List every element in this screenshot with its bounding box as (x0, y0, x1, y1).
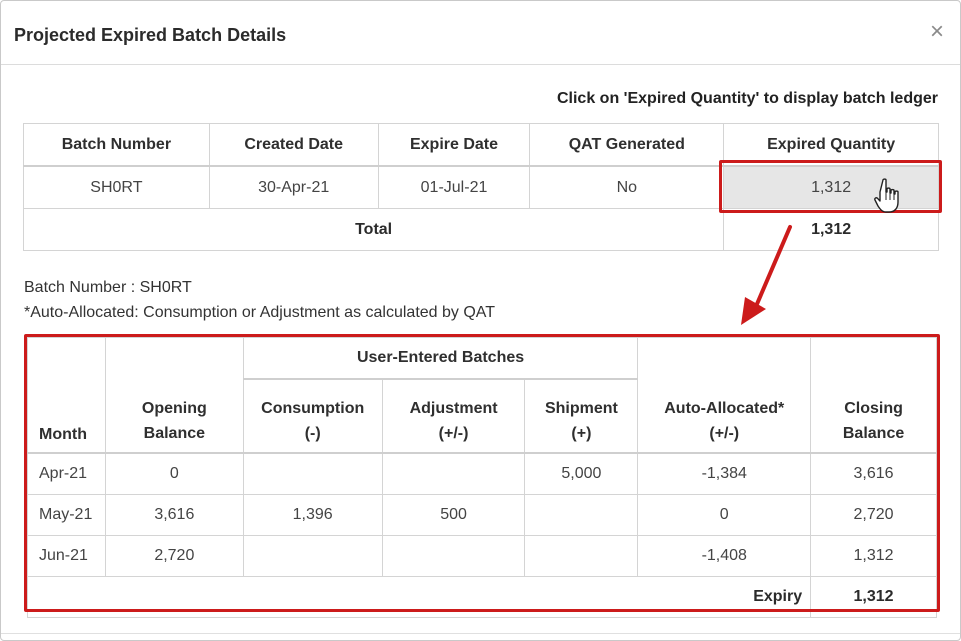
close-icon[interactable]: × (927, 20, 947, 44)
consumption-cell: 1,396 (242, 494, 383, 536)
ledger-hint: Click on 'Expired Quantity' to display b… (556, 90, 938, 107)
closing-cell: 3,616 (810, 452, 937, 495)
closing-label-1: Closing (844, 400, 903, 417)
created-date-cell: 30-Apr-21 (208, 165, 379, 209)
opening-label-1: Opening (141, 400, 207, 417)
opening-cell: 3,616 (104, 494, 244, 536)
table-row: Jun-21 2,720 -1,408 1,312 (27, 535, 937, 577)
modal-header: Projected Expired Batch Details × (1, 1, 960, 65)
consumption-label-2: (-) (304, 425, 321, 442)
consumption-label-1: Consumption (261, 400, 365, 417)
auto-label-2: (+/-) (709, 425, 740, 442)
ledger-group-header-row: Month Opening Balance User-Entered Batch… (27, 337, 937, 454)
closing-cell: 1,312 (810, 535, 937, 577)
expired-quantity-link[interactable]: 1,312 (723, 165, 939, 209)
expiry-row: Expiry 1,312 (26, 576, 937, 618)
auto-allocated-cell: 0 (637, 494, 812, 536)
total-row: Total 1,312 (22, 208, 939, 251)
shipment-cell: 5,000 (524, 452, 639, 495)
col-month: Month (27, 337, 106, 454)
total-label: Total (22, 208, 725, 251)
shipment-label-2: (+) (571, 425, 592, 442)
adjustment-cell (381, 535, 526, 577)
auto-label-1: Auto-Allocated* (664, 400, 785, 417)
col-qat-generated: QAT Generated (529, 123, 725, 167)
expiry-value: 1,312 (810, 576, 937, 618)
adjustment-label-1: Adjustment (409, 400, 498, 417)
col-consumption: Consumption (-) (242, 378, 383, 454)
modal-dialog: Projected Expired Batch Details × Click … (0, 0, 961, 641)
closing-label-2: Balance (842, 425, 905, 442)
modal-footer-divider (1, 633, 960, 634)
total-value: 1,312 (723, 208, 939, 251)
adjustment-label-2: (+/-) (438, 425, 469, 442)
col-shipment: Shipment (+) (524, 378, 639, 454)
month-cell: Jun-21 (27, 535, 106, 577)
table-row: May-21 3,616 1,396 500 0 2,720 (27, 494, 937, 536)
expired-batch-table: Batch Number Created Date Expire Date QA… (22, 123, 939, 251)
col-expired-quantity: Expired Quantity (723, 123, 939, 167)
col-closing-balance: Closing Balance (810, 337, 937, 454)
col-expire-date: Expire Date (377, 123, 531, 167)
col-opening-balance: Opening Balance (104, 337, 244, 454)
auto-allocated-note: *Auto-Allocated: Consumption or Adjustme… (24, 304, 496, 321)
shipment-cell (524, 535, 639, 577)
auto-allocated-cell: -1,384 (637, 452, 812, 495)
auto-allocated-cell: -1,408 (637, 535, 812, 577)
col-created-date: Created Date (208, 123, 379, 167)
qat-generated-cell: No (529, 165, 725, 209)
modal-title: Projected Expired Batch Details (14, 25, 287, 45)
opening-cell: 0 (104, 452, 244, 495)
shipment-label-1: Shipment (544, 400, 618, 417)
col-auto-allocated: Auto-Allocated* (+/-) (637, 337, 812, 454)
shipment-cell (524, 494, 639, 536)
table-header-row: Batch Number Created Date Expire Date QA… (23, 123, 939, 167)
consumption-cell (242, 535, 383, 577)
closing-cell: 2,720 (810, 494, 937, 536)
consumption-cell (242, 452, 383, 495)
table-row: Apr-21 0 5,000 -1,384 3,616 (27, 452, 937, 495)
month-cell: Apr-21 (27, 452, 106, 495)
batch-number-cell: SH0RT (23, 165, 210, 209)
user-entered-batches-header: User-Entered Batches (242, 337, 639, 380)
month-cell: May-21 (27, 494, 106, 536)
col-adjustment: Adjustment (+/-) (381, 378, 526, 454)
adjustment-cell: 500 (381, 494, 526, 536)
col-batch-number: Batch Number (23, 123, 210, 167)
batch-ledger-table: Month Opening Balance User-Entered Batch… (26, 337, 937, 618)
opening-label-2: Balance (143, 425, 206, 442)
table-row: SH0RT 30-Apr-21 01-Jul-21 No 1,312 (23, 165, 939, 209)
batch-number-label: Batch Number : SH0RT (24, 279, 192, 296)
adjustment-cell (381, 452, 526, 495)
opening-cell: 2,720 (104, 535, 244, 577)
expire-date-cell: 01-Jul-21 (377, 165, 531, 209)
expiry-label: Expiry (26, 576, 812, 618)
